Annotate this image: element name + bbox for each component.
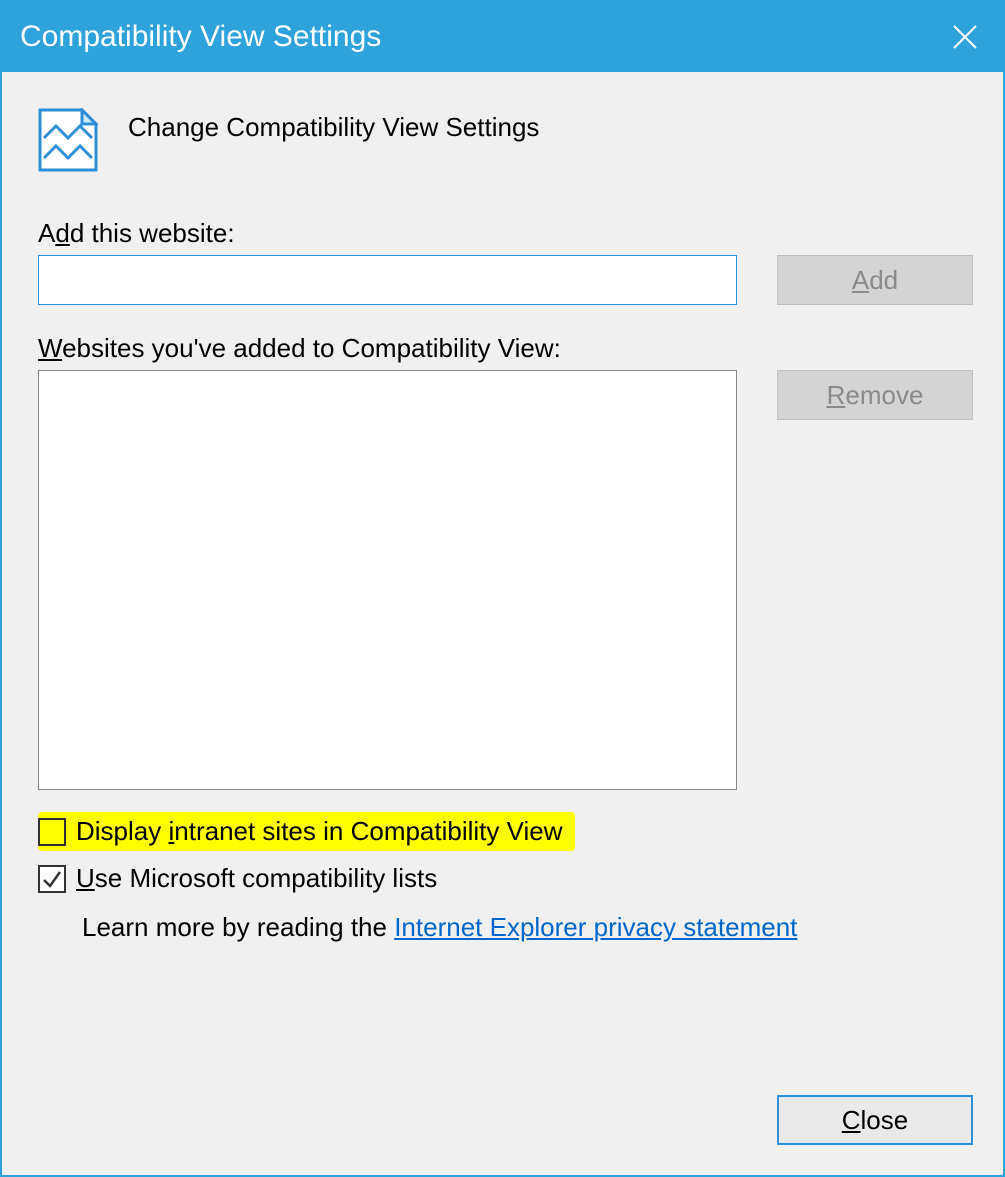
compat-view-icon <box>38 108 98 168</box>
list-side-buttons: Remove <box>777 370 973 420</box>
remove-button[interactable]: Remove <box>777 370 973 420</box>
learn-more-row: Learn more by reading the Internet Explo… <box>82 912 973 943</box>
titlebar: Compatibility View Settings <box>2 2 1003 72</box>
compat-view-dialog: Compatibility View Settings Change Compa… <box>0 0 1005 1177</box>
learn-more-text: Learn more by reading the <box>82 912 394 942</box>
add-website-input[interactable] <box>38 255 737 305</box>
intranet-checkbox[interactable] <box>38 818 66 846</box>
add-website-row: Add <box>38 255 973 305</box>
intranet-checkbox-row[interactable]: Display intranet sites in Compatibility … <box>38 812 575 851</box>
dialog-content: Change Compatibility View Settings Add t… <box>2 72 1003 1175</box>
websites-list-label: Websites you've added to Compatibility V… <box>38 333 973 364</box>
window-title: Compatibility View Settings <box>20 20 381 54</box>
close-button[interactable]: Close <box>777 1095 973 1145</box>
privacy-statement-link[interactable]: Internet Explorer privacy statement <box>394 912 797 942</box>
mslists-checkbox[interactable] <box>38 865 66 893</box>
websites-listbox[interactable] <box>38 370 737 790</box>
mslists-checkbox-row[interactable]: Use Microsoft compatibility lists <box>38 859 437 898</box>
add-button[interactable]: Add <box>777 255 973 305</box>
add-website-label: Add this website: <box>38 218 973 249</box>
dialog-footer: Close <box>38 1065 973 1145</box>
header-row: Change Compatibility View Settings <box>38 108 973 168</box>
websites-list-row: Remove <box>38 370 973 790</box>
header-text: Change Compatibility View Settings <box>128 112 539 143</box>
intranet-checkbox-label: Display intranet sites in Compatibility … <box>76 816 563 847</box>
close-icon[interactable] <box>945 17 985 57</box>
mslists-checkbox-label: Use Microsoft compatibility lists <box>76 863 437 894</box>
